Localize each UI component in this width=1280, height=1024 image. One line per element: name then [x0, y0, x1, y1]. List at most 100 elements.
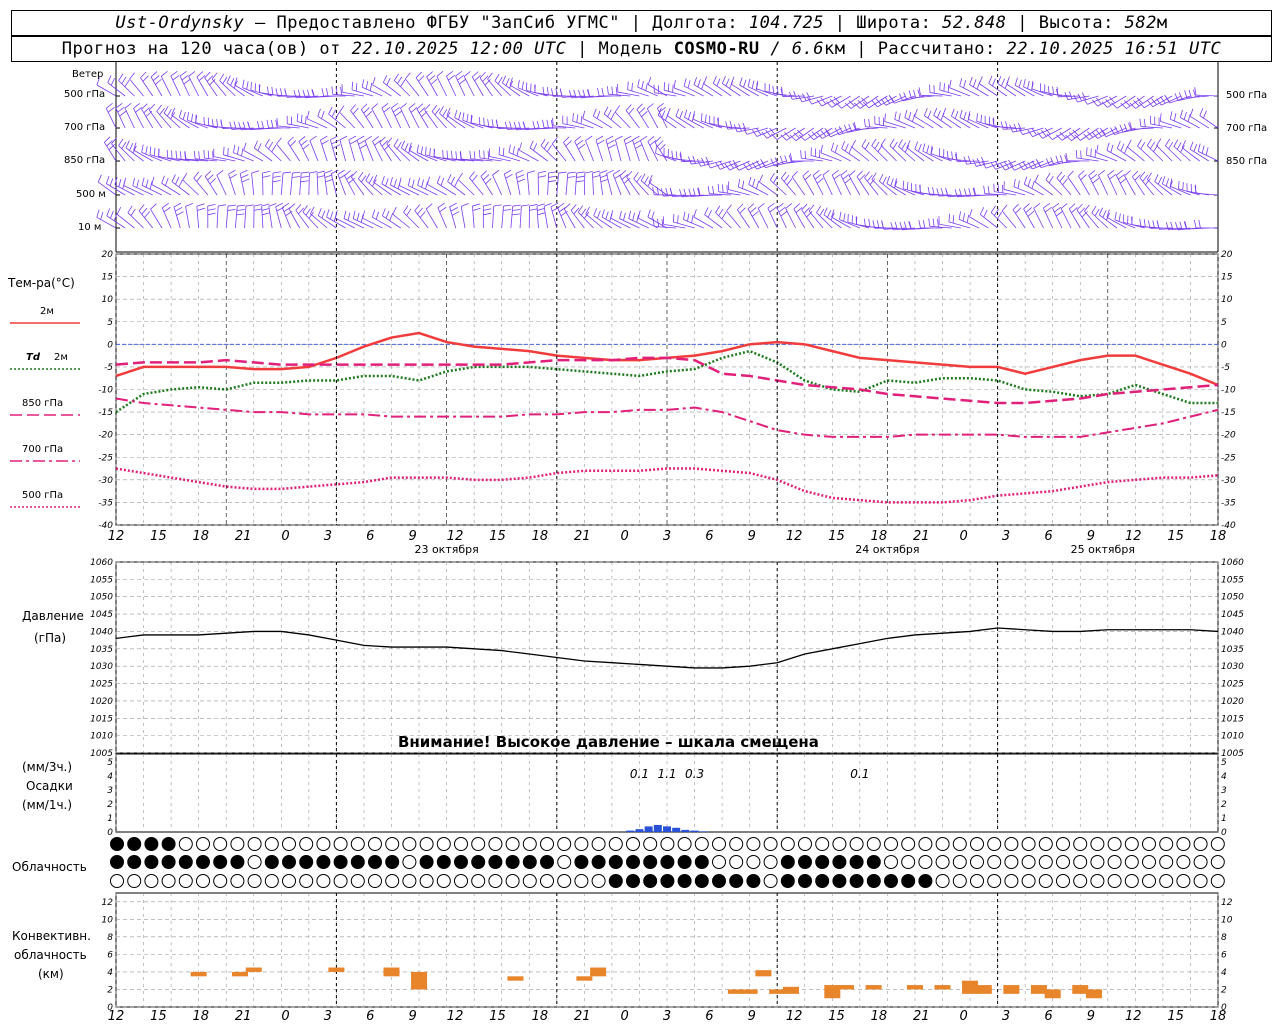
wind-barb-feather [963, 111, 967, 120]
wind-barb-feather [300, 114, 303, 123]
wind-barb-feather [339, 105, 345, 113]
conv-bar [769, 989, 786, 994]
wind-barb [399, 185, 420, 196]
wind-barb-feather [1173, 139, 1179, 147]
cloud-cover-circle [230, 874, 245, 888]
wind-barb-feather [457, 172, 463, 180]
wind-barb-feather [951, 151, 953, 160]
wind-barb-feather [96, 209, 100, 218]
wind-barb-feather [786, 178, 793, 186]
wind-barb-feather [1096, 129, 1102, 137]
cloud-cover-circle [1107, 874, 1122, 888]
cloud-cover-circle [540, 874, 554, 888]
wind-barb-feather [918, 143, 922, 152]
wind-barb-feather [300, 175, 309, 178]
temp-x-tick: 9 [748, 529, 756, 544]
wind-barb [123, 185, 144, 196]
wind-barb-feather [130, 208, 136, 216]
conv-x-tick: 15 [828, 1009, 845, 1024]
wind-barb-feather [1107, 169, 1115, 176]
wind-barb-feather [739, 207, 746, 214]
wind-barb-feather [494, 73, 500, 82]
wind-barb [681, 160, 704, 162]
cloud-cover-circle [385, 874, 400, 888]
wind-barb-feather [570, 204, 577, 211]
cloud-cover-circle [213, 874, 228, 888]
precip-tick-right: 1 [1221, 814, 1227, 824]
temp-x-tick: 15 [489, 529, 506, 544]
conv-bar [190, 971, 207, 977]
wind-barb-feather [272, 171, 282, 174]
wind-barb-feather [240, 174, 249, 179]
wind-barb-feather [848, 146, 853, 154]
wind-barb-feather [1009, 124, 1014, 133]
wind-barb-feather [455, 151, 458, 160]
wind-barb [757, 208, 769, 229]
wind-barb-feather [655, 145, 658, 154]
wind-barb-feather [155, 78, 162, 85]
wind-barb-feather [442, 109, 448, 117]
wind-barb-feather [712, 186, 715, 195]
wind-barb-feather [298, 207, 305, 215]
wind-barb-feather [325, 88, 329, 97]
wind-barb-feather [339, 135, 348, 141]
wind-barb-feather [1071, 207, 1078, 214]
wind-barb-feather [117, 106, 125, 113]
wind-barb-feather [261, 207, 270, 211]
wind-barb-feather [355, 83, 358, 92]
temperature-label: Тем-ра(°C) [8, 276, 75, 290]
wind-barb-feather [121, 76, 127, 84]
conv-x-tick: 3 [324, 1009, 332, 1024]
cloud-cover-circle [970, 837, 984, 851]
wind-barb-feather [138, 204, 145, 212]
wind-barb-feather [337, 169, 345, 175]
wind-barb-feather [816, 132, 823, 139]
wind-barb-feather [1154, 174, 1159, 182]
temp-tick-left: 20 [102, 250, 114, 260]
wind-barb-feather [954, 189, 958, 197]
wind-barb-feather [302, 205, 308, 213]
wind-barb-feather [430, 78, 438, 85]
wind-barb-feather [300, 180, 309, 183]
pressure-tick-right: 1015 [1221, 714, 1244, 724]
wind-barb-feather [426, 71, 433, 78]
wind-barb-feather [267, 86, 269, 95]
legend-700-label: 700 гПа [22, 444, 64, 455]
cloud-cover-circle [1038, 837, 1053, 851]
conv-x-tick: 9 [748, 1009, 756, 1024]
wind-barb [969, 84, 989, 97]
wind-barb-feather [305, 116, 307, 125]
wind-barb [251, 173, 255, 196]
wind-barb [364, 140, 374, 162]
wind-barb-feather [683, 78, 687, 87]
pressure-tick-right: 1030 [1221, 662, 1244, 672]
wind-barb-feather [1119, 124, 1124, 133]
wind-barb [290, 173, 293, 196]
cloud-cover-circle [144, 837, 159, 851]
wind-barb-feather [361, 79, 365, 88]
cloud-cover-circle [557, 855, 572, 869]
wind-barb-feather [491, 119, 494, 128]
wind-barb [851, 146, 870, 162]
wind-barb [501, 206, 504, 229]
wind-barb-feather [625, 104, 632, 111]
wind-barb-feather [701, 157, 706, 166]
cloud-cover-circle [970, 874, 984, 888]
wind-barb [182, 179, 199, 196]
precip-unit1h-label: (мм/1ч.) [22, 798, 73, 812]
cloud-cover-circle [798, 837, 812, 851]
cloud-cover-circle [282, 855, 296, 869]
wind-barb-feather [824, 127, 831, 135]
wind-barb-feather [156, 104, 162, 112]
wind-barb [1180, 117, 1200, 129]
cloud-cover-circle [901, 855, 916, 869]
wind-barb-feather [1001, 204, 1008, 212]
wind-barb-feather [576, 175, 585, 178]
wind-barb-feather [419, 211, 426, 218]
wind-barb-feather [851, 139, 856, 148]
cloud-cover-circle [247, 837, 262, 851]
wind-barb-feather [434, 108, 441, 116]
wind-barb-feather [1018, 79, 1022, 88]
cloud-cover-circle [368, 874, 382, 888]
wind-barb-feather [959, 78, 963, 87]
